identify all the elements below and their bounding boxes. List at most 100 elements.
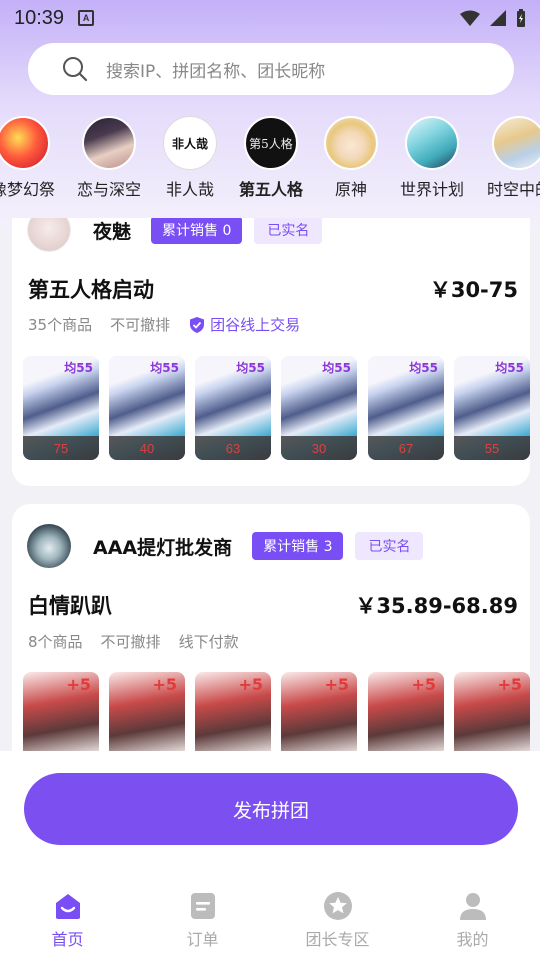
product-thumb[interactable]: +5 bbox=[368, 672, 444, 751]
ip-avatar bbox=[324, 116, 378, 170]
group-card[interactable]: 夜魅 累计销售 0 已实名 第五人格启动 ￥30-75 35个商品 不可撤排 团… bbox=[12, 218, 530, 486]
thumb-price: 67 bbox=[368, 436, 444, 460]
thumb-caption: +5 bbox=[497, 675, 522, 694]
ip-category-item[interactable]: 恋与深空 bbox=[64, 116, 154, 200]
product-thumb[interactable]: +5 bbox=[454, 672, 530, 751]
product-thumb[interactable]: 均55 40 bbox=[109, 356, 185, 460]
product-thumb[interactable]: +5 bbox=[281, 672, 357, 751]
group-title[interactable]: 白情趴趴 bbox=[28, 590, 112, 620]
ip-category-label: 恋与深空 bbox=[76, 180, 141, 199]
product-thumb[interactable]: 均55 63 bbox=[195, 356, 271, 460]
battery-icon bbox=[517, 9, 525, 27]
ip-category-label: 像梦幻祭 bbox=[0, 180, 55, 199]
ip-category-row[interactable]: 像梦幻祭 恋与深空 非人哉 非人哉 第5人格 第五人格 原神 世界计划 时空中的 bbox=[0, 116, 540, 208]
thumb-caption: +5 bbox=[324, 675, 349, 694]
ip-category-label: 世界计划 bbox=[399, 180, 464, 199]
group-title[interactable]: 第五人格启动 bbox=[28, 274, 154, 304]
thumb-price: 63 bbox=[195, 436, 271, 460]
ip-category-item-active[interactable]: 第5人格 第五人格 bbox=[226, 116, 316, 200]
trade-type: 团谷线上交易 bbox=[188, 314, 300, 335]
tab-orders[interactable]: 订单 bbox=[135, 885, 270, 960]
product-thumbnails[interactable]: +5 +5 +5 +5 +5 +5 bbox=[23, 672, 530, 751]
item-count: 8个商品 bbox=[28, 633, 83, 651]
ip-avatar: 非人哉 bbox=[163, 116, 217, 170]
star-icon bbox=[323, 892, 352, 920]
tab-label: 团长专区 bbox=[305, 930, 370, 949]
ip-category-item[interactable]: 非人哉 非人哉 bbox=[145, 116, 235, 200]
verified-badge: 已实名 bbox=[355, 532, 424, 560]
product-thumb[interactable]: +5 bbox=[23, 672, 99, 751]
order-icon bbox=[190, 893, 215, 919]
ip-category-item[interactable]: 原神 bbox=[306, 116, 396, 200]
item-count: 35个商品 bbox=[28, 316, 93, 334]
status-time: 10:39 bbox=[14, 6, 65, 29]
search-placeholder: 搜索IP、拼团名称、团长昵称 bbox=[106, 61, 326, 82]
thumb-caption: 均55 bbox=[322, 361, 351, 375]
thumb-price: 55 bbox=[454, 436, 530, 460]
ip-category-item[interactable]: 像梦幻祭 bbox=[0, 116, 68, 200]
bottom-tab-bar: 首页 订单 团长专区 我的 bbox=[0, 885, 540, 960]
thumb-caption: +5 bbox=[238, 675, 263, 694]
ip-avatar bbox=[492, 116, 540, 170]
tab-home[interactable]: 首页 bbox=[0, 885, 135, 960]
ip-avatar: 第5人格 bbox=[244, 116, 298, 170]
product-thumb[interactable]: 均55 75 bbox=[23, 356, 99, 460]
group-price: ￥35.89-68.89 bbox=[355, 594, 518, 618]
leader-avatar[interactable] bbox=[27, 524, 71, 568]
shield-check-icon bbox=[190, 316, 205, 333]
ip-category-label: 第五人格 bbox=[238, 180, 303, 199]
thumb-price: 75 bbox=[23, 436, 99, 460]
product-thumbnails[interactable]: 均55 75 均55 40 均55 63 均55 30 均55 67 均55 5… bbox=[23, 356, 530, 460]
sales-badge: 累计销售 0 bbox=[151, 218, 243, 244]
home-icon bbox=[55, 894, 80, 919]
group-meta: 35个商品 不可撤排 团谷线上交易 bbox=[28, 314, 300, 335]
sales-badge: 累计销售 3 bbox=[252, 532, 344, 560]
tab-profile[interactable]: 我的 bbox=[405, 885, 540, 960]
product-thumb[interactable]: 均55 55 bbox=[454, 356, 530, 460]
tab-leader-zone[interactable]: 团长专区 bbox=[270, 885, 405, 960]
thumb-caption: 均55 bbox=[150, 361, 179, 375]
publish-group-button[interactable]: 发布拼团 bbox=[24, 773, 518, 845]
product-thumb[interactable]: 均55 67 bbox=[368, 356, 444, 460]
ip-category-label: 原神 bbox=[334, 180, 367, 199]
ip-category-label: 时空中的 bbox=[486, 180, 540, 199]
tab-label: 我的 bbox=[456, 930, 489, 949]
thumb-price: 40 bbox=[109, 436, 185, 460]
ip-avatar bbox=[0, 116, 50, 170]
product-thumb[interactable]: +5 bbox=[109, 672, 185, 751]
tab-label: 订单 bbox=[186, 930, 219, 949]
product-thumb[interactable]: 均55 30 bbox=[281, 356, 357, 460]
thumb-price: 30 bbox=[281, 436, 357, 460]
leader-row[interactable]: 夜魅 累计销售 0 已实名 bbox=[27, 218, 323, 253]
ip-category-item[interactable]: 世界计划 bbox=[387, 116, 477, 200]
profile-icon bbox=[459, 893, 486, 920]
leader-name[interactable]: 夜魅 bbox=[93, 218, 131, 244]
leader-row[interactable]: AAA提灯批发商 累计销售 3 已实名 bbox=[27, 523, 424, 569]
thumb-caption: +5 bbox=[411, 675, 436, 694]
leader-avatar[interactable] bbox=[27, 218, 71, 252]
app-notification-icon: A bbox=[78, 10, 95, 26]
group-card[interactable]: AAA提灯批发商 累计销售 3 已实名 白情趴趴 ￥35.89-68.89 8个… bbox=[12, 504, 530, 751]
product-thumb[interactable]: +5 bbox=[195, 672, 271, 751]
thumb-caption: 均55 bbox=[409, 361, 438, 375]
thumb-caption: +5 bbox=[152, 675, 177, 694]
ip-avatar-text: 非人哉 bbox=[171, 136, 208, 151]
no-cancel-label: 不可撤排 bbox=[110, 316, 171, 334]
trade-type-label: 团谷线上交易 bbox=[210, 316, 301, 334]
thumb-caption: 均55 bbox=[495, 361, 524, 375]
leader-name[interactable]: AAA提灯批发商 bbox=[93, 533, 232, 560]
no-cancel-label: 不可撤排 bbox=[100, 633, 161, 651]
publish-panel: 发布拼团 bbox=[0, 751, 540, 885]
ip-category-item[interactable]: 时空中的 bbox=[474, 116, 540, 200]
group-list[interactable]: 夜魅 累计销售 0 已实名 第五人格启动 ￥30-75 35个商品 不可撤排 团… bbox=[0, 218, 540, 751]
thumb-caption: +5 bbox=[66, 675, 91, 694]
search-input[interactable]: 搜索IP、拼团名称、团长昵称 bbox=[28, 43, 514, 95]
ip-avatar-text: 第5人格 bbox=[249, 136, 293, 151]
tab-label: 首页 bbox=[51, 930, 84, 949]
status-bar: 10:39 A bbox=[0, 0, 540, 36]
ip-category-label: 非人哉 bbox=[165, 180, 214, 199]
thumb-caption: 均55 bbox=[236, 361, 265, 375]
ip-avatar bbox=[82, 116, 136, 170]
group-price: ￥30-75 bbox=[429, 278, 518, 302]
status-indicators bbox=[460, 9, 526, 27]
